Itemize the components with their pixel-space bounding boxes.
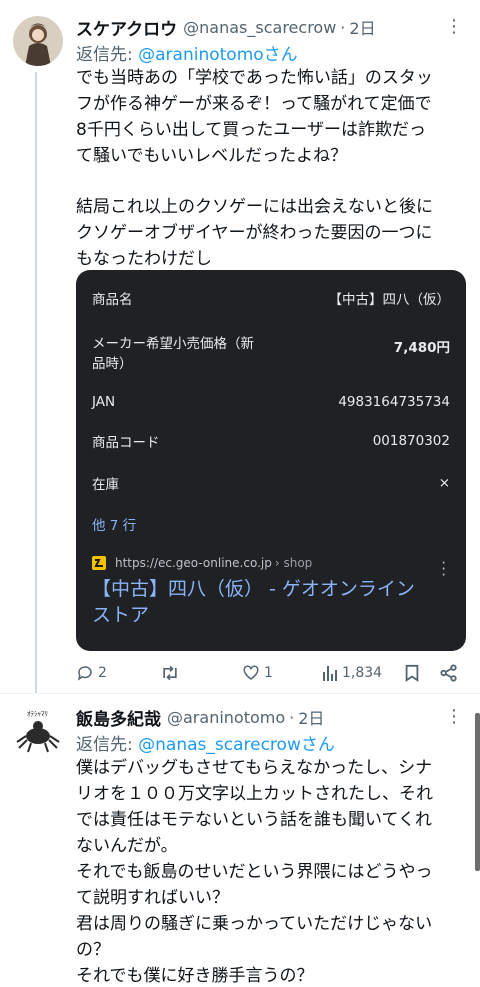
text-line: ないんだが。 [76,836,178,856]
reply-icon [77,666,92,681]
search-result-title[interactable]: 【中古】四八（仮） - ゲオオンライン ストア [92,576,452,628]
views-chart-icon [323,666,337,681]
reply-button[interactable]: 2 [76,664,107,682]
reply-to: 返信先: @araninotomoさん [76,40,298,65]
user-handle[interactable]: @nanas_scarecrow [183,18,336,37]
tweet-text: でも当時あの「学校であった怖い話」のスタッ フが作る神ゲーが来るぞ！って騒がれて… [76,65,476,272]
text-line: て騒いでもいいレベルだったよね？ [76,146,348,166]
text-line: 結局これ以上のクソゲーには出会えないと後に [76,197,433,217]
separator-dot: · [340,17,346,37]
text-line: もなったわけだし [76,249,212,269]
spec-value: 7,480円 [393,340,450,356]
tweet-text: 僕はデバッグもさせてもらえなかったし、シナ リオを１００万文字以上カットされたし… [76,755,476,987]
spec-key-line: メーカー希望小売価格（新 [92,336,254,352]
text-line: それでも飯島のせいだという界隈にはどうやっ [76,862,433,882]
reply-prefix: 返信先: [76,735,139,755]
text-line: リオを１００万文字以上カットされたし、それ [76,784,433,804]
timestamp[interactable]: 2日 [349,15,375,39]
bookmark-button[interactable] [404,664,420,682]
text-line: クソゲーオブザイヤーが終わった要因の一つに [76,223,433,243]
like-count: 1 [264,665,273,681]
reply-count: 2 [98,665,107,681]
more-options-icon[interactable]: ⋮ [445,16,463,37]
views-button[interactable]: 1,834 [322,664,382,682]
spec-row: 在庫 × [92,473,450,493]
retweet-button[interactable] [160,664,184,682]
more-options-icon[interactable]: ⋮ [445,706,463,727]
view-count: 1,834 [342,665,383,681]
source-url: https://ec.geo-online.co.jp [115,556,272,570]
tweet-actions: 2 1 1,834 [76,662,466,686]
text-line: 君は周りの騒ぎに乗っかっていただけじゃない [76,914,433,934]
spec-value: 001870302 [372,433,450,449]
timestamp[interactable]: 2日 [298,705,324,729]
spec-row: 商品名 【中古】四八（仮） [92,288,450,308]
avatar[interactable] [13,16,63,66]
heart-icon [243,665,259,680]
spec-row: 商品コード 001870302 [92,431,450,451]
search-result-source[interactable]: https://ec.geo-online.co.jp › shop [92,556,312,570]
display-name[interactable]: 飯島多紀哉 [76,705,161,730]
show-more-rows-link[interactable]: 他 7 行 [92,514,136,534]
text-line: では責任はモテないという話を誰も聞いてくれ [76,810,432,830]
spec-key-line: 品時） [92,356,133,372]
source-path: › shop [274,556,313,570]
spec-value: 【中古】四八（仮） [328,292,451,308]
spec-key: メーカー希望小売価格（新 品時） [92,334,254,374]
spec-key: 商品名 [92,292,133,308]
text-line: て説明すればいい？ [76,888,229,908]
reply-prefix: 返信先: [76,45,139,65]
text-line: フが作る神ゲーが来るぞ！って騒がれて定価で [76,94,432,114]
spec-key: 商品コード [92,435,160,451]
user-handle[interactable]: @araninotomo [167,708,285,727]
reply-mention-link[interactable]: @araninotomoさん [138,45,298,65]
spec-row: メーカー希望小売価格（新 品時） 7,480円 [92,334,450,374]
svg-text:ｵﾃｼｬﾏﾘ: ｵﾃｼｬﾏﾘ [27,710,48,718]
scrollbar[interactable] [475,713,480,871]
attached-image-card[interactable]: 商品名 【中古】四八（仮） メーカー希望小売価格（新 品時） 7,480円 JA… [76,270,466,651]
text-line: の？ [76,940,110,960]
reply-mention-link[interactable]: @nanas_scarecrowさん [138,735,335,755]
bookmark-icon [405,664,419,682]
spec-row: JAN 4983164735734 [92,392,450,412]
display-name[interactable]: スケアクロウ [76,15,177,40]
text-line: でも当時あの「学校であった怖い話」のスタッ [76,68,433,88]
text-line: 8千円くらい出して買ったユーザーは詐欺だっ [76,120,426,140]
tweet-scarecrow[interactable]: スケアクロウ @nanas_scarecrow · 2日 ⋮ 返信先: @ara… [0,0,480,694]
tweet-araninotomo[interactable]: ｵﾃｼｬﾏﾘ 飯島多紀哉 @araninotomo · 2日 ⋮ 返信先: @n… [0,694,480,987]
spec-key: 在庫 [92,477,119,493]
separator-dot: · [289,707,295,727]
text-line: 僕はデバッグもさせてもらえなかったし、シナ [76,758,433,778]
like-button[interactable]: 1 [242,664,273,682]
spec-value: 4983164735734 [338,394,450,410]
spec-value: × [438,475,450,491]
result-title-line: 【中古】四八（仮） - ゲオオンライン [92,578,415,600]
spec-key: JAN [92,394,116,410]
avatar[interactable]: ｵﾃｼｬﾏﾘ [13,706,63,756]
share-icon [440,664,457,682]
retweet-icon [163,665,177,681]
share-button[interactable] [440,664,458,682]
result-title-line: ストア [92,604,150,626]
text-line: それでも僕に好き勝手言うの？ [76,966,314,986]
reply-to: 返信先: @nanas_scarecrowさん [76,730,335,755]
geo-favicon-icon [92,556,106,570]
